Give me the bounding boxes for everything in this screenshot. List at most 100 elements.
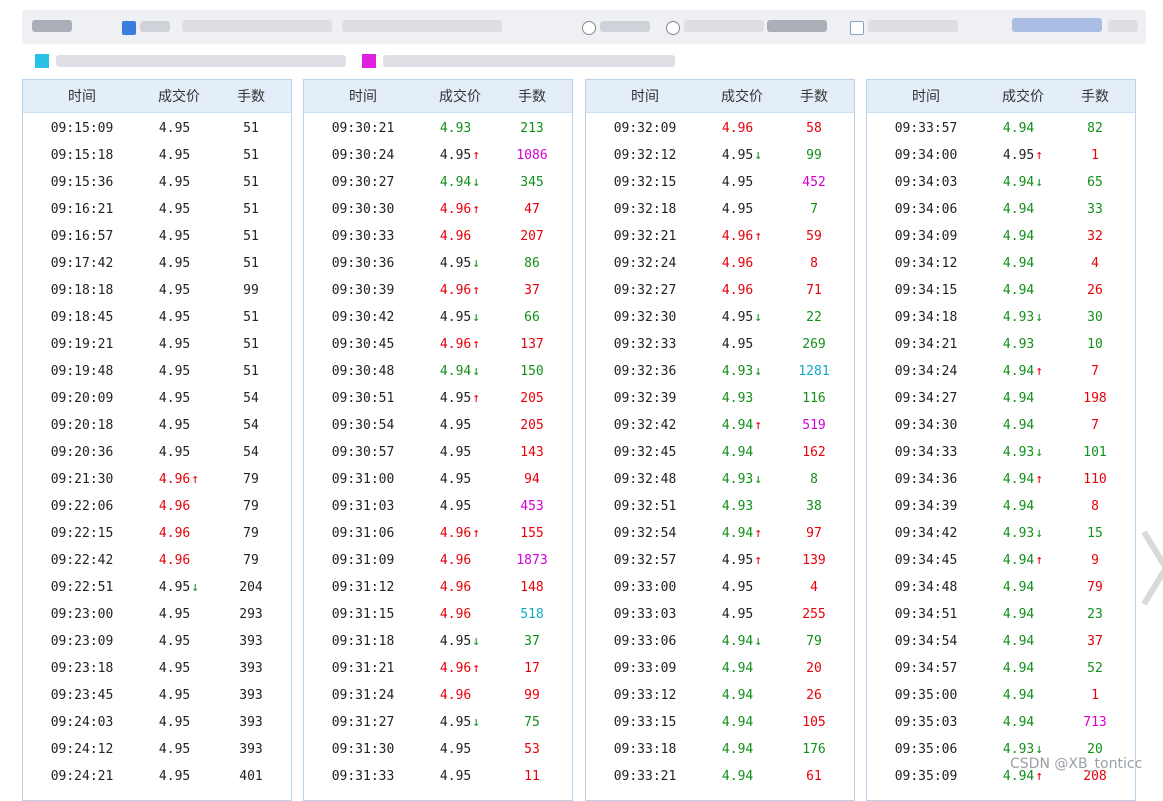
arrow-down-icon: ↓ bbox=[754, 634, 763, 649]
trade-volume: 1281 bbox=[798, 364, 830, 379]
trade-volume: 207 bbox=[520, 229, 544, 244]
trade-volume: 66 bbox=[524, 310, 540, 325]
table-row: 09:20:18 4.95↑ 54 bbox=[23, 412, 291, 439]
arrow-down-icon: ↓ bbox=[1035, 310, 1044, 325]
table-row: 09:18:18 4.95↑ 99 bbox=[23, 277, 291, 304]
table-row: 09:32:12 4.95↓ 99 bbox=[586, 142, 854, 169]
trade-price: 4.93 bbox=[721, 472, 754, 487]
trade-time: 09:31:03 bbox=[331, 499, 395, 514]
legend-swatch-magenta bbox=[362, 54, 376, 68]
table-row: 09:22:06 4.96↑ 79 bbox=[23, 493, 291, 520]
trade-time: 09:30:33 bbox=[331, 229, 395, 244]
table-row: 09:33:03 4.95↑ 255 bbox=[586, 601, 854, 628]
legend-swatch-cyan bbox=[35, 54, 49, 68]
trade-volume: 205 bbox=[520, 391, 544, 406]
table-row: 09:22:42 4.96↑ 79 bbox=[23, 547, 291, 574]
arrow-up-icon: ↑ bbox=[754, 418, 763, 433]
filter-toolbar bbox=[22, 10, 1146, 44]
trade-time: 09:31:12 bbox=[331, 580, 395, 595]
table-row: 09:32:15 4.95↑ 452 bbox=[586, 169, 854, 196]
trade-panel: 时间成交价手数09:33:574.94↑8209:34:004.95↑109:3… bbox=[866, 79, 1136, 801]
trade-price-cell: 4.96↑ bbox=[704, 256, 780, 271]
trade-price-cell: 4.95↑ bbox=[704, 337, 780, 352]
table-row: 09:30:42 4.95↓ 66 bbox=[304, 304, 572, 331]
trade-volume: 518 bbox=[520, 607, 544, 622]
trade-price: 4.95 bbox=[439, 769, 472, 784]
trade-time: 09:32:18 bbox=[613, 202, 677, 217]
trade-price-cell: 4.95↑ bbox=[422, 148, 498, 163]
trade-time: 09:23:18 bbox=[50, 661, 114, 676]
trade-price: 4.94 bbox=[721, 769, 754, 784]
trade-time: 09:23:45 bbox=[50, 688, 114, 703]
trade-price: 4.95 bbox=[439, 148, 472, 163]
trade-price: 4.96 bbox=[439, 607, 472, 622]
trade-price: 4.95 bbox=[158, 310, 191, 325]
filter-radio[interactable] bbox=[582, 21, 596, 35]
header-volume: 手数 bbox=[800, 89, 828, 105]
trade-price: 4.95 bbox=[439, 742, 472, 757]
trade-time: 09:30:36 bbox=[331, 256, 395, 271]
trade-price-cell: 4.95↑ bbox=[141, 364, 217, 379]
table-row: 09:31:24 4.96↑ 99 bbox=[304, 682, 572, 709]
table-row: 09:34:27 4.94↑ 198 bbox=[867, 385, 1135, 412]
filter-checkbox[interactable] bbox=[122, 21, 136, 35]
trade-volume: 53 bbox=[524, 742, 540, 757]
header-time: 时间 bbox=[631, 89, 659, 105]
table-row: 09:31:30 4.95↑ 53 bbox=[304, 736, 572, 763]
trade-volume: 269 bbox=[802, 337, 826, 352]
header-time: 时间 bbox=[912, 89, 940, 105]
table-row: 09:23:09 4.95↑ 393 bbox=[23, 628, 291, 655]
trade-price-cell: 4.94↑ bbox=[704, 688, 780, 703]
arrow-down-icon: ↓ bbox=[472, 364, 481, 379]
trade-price-cell: 4.96↑ bbox=[704, 229, 780, 244]
table-row: 09:32:48 4.93↓ 8 bbox=[586, 466, 854, 493]
trade-time: 09:20:36 bbox=[50, 445, 114, 460]
trade-volume: 79 bbox=[806, 634, 822, 649]
trade-price-cell: 4.95↑ bbox=[141, 634, 217, 649]
trade-volume: 393 bbox=[239, 715, 263, 730]
trade-volume: 51 bbox=[243, 202, 259, 217]
trade-price: 4.95 bbox=[439, 391, 472, 406]
trade-price: 4.94 bbox=[1002, 202, 1035, 217]
table-row: 09:32:21 4.96↑ 59 bbox=[586, 223, 854, 250]
trade-price: 4.95 bbox=[158, 337, 191, 352]
filter-checkbox[interactable] bbox=[850, 21, 864, 35]
trade-time: 09:32:24 bbox=[613, 256, 677, 271]
trade-volume: 17 bbox=[524, 661, 540, 676]
trade-time: 09:31:00 bbox=[331, 472, 395, 487]
trade-volume: 94 bbox=[524, 472, 540, 487]
trade-price: 4.95 bbox=[158, 769, 191, 784]
table-row: 09:32:42 4.94↑ 519 bbox=[586, 412, 854, 439]
blurred-label bbox=[600, 21, 650, 32]
trade-time: 09:32:33 bbox=[613, 337, 677, 352]
trade-price-cell: 4.95↑ bbox=[141, 391, 217, 406]
trade-time: 09:32:51 bbox=[613, 499, 677, 514]
trade-time: 09:35:09 bbox=[894, 769, 958, 784]
trade-time: 09:22:15 bbox=[50, 526, 114, 541]
trade-price: 4.94 bbox=[721, 526, 754, 541]
header-volume: 手数 bbox=[1081, 89, 1109, 105]
filter-radio[interactable] bbox=[666, 21, 680, 35]
trade-time: 09:32:15 bbox=[613, 175, 677, 190]
trade-price: 4.96 bbox=[721, 256, 754, 271]
table-row: 09:32:54 4.94↑ 97 bbox=[586, 520, 854, 547]
blurred-label bbox=[56, 55, 346, 67]
trade-price-cell: 4.95↓ bbox=[422, 634, 498, 649]
chevron-right-icon[interactable] bbox=[1140, 528, 1163, 608]
trade-volume: 99 bbox=[806, 148, 822, 163]
table-row: 09:32:45 4.94↑ 162 bbox=[586, 439, 854, 466]
arrow-up-icon: ↑ bbox=[472, 148, 481, 163]
trade-volume: 79 bbox=[243, 553, 259, 568]
trade-time: 09:33:18 bbox=[613, 742, 677, 757]
trade-volume: 20 bbox=[1087, 742, 1103, 757]
trade-price: 4.93 bbox=[1002, 742, 1035, 757]
trade-time: 09:32:27 bbox=[613, 283, 677, 298]
table-row: 09:15:18 4.95↑ 51 bbox=[23, 142, 291, 169]
trade-volume: 7 bbox=[1091, 418, 1099, 433]
table-row: 09:31:12 4.96↑ 148 bbox=[304, 574, 572, 601]
trade-volume: 79 bbox=[243, 526, 259, 541]
table-row: 09:16:57 4.95↑ 51 bbox=[23, 223, 291, 250]
trade-price-cell: 4.95↑ bbox=[141, 769, 217, 784]
trade-price-cell: 4.94↑ bbox=[985, 553, 1061, 568]
trade-price-cell: 4.94↑ bbox=[985, 634, 1061, 649]
